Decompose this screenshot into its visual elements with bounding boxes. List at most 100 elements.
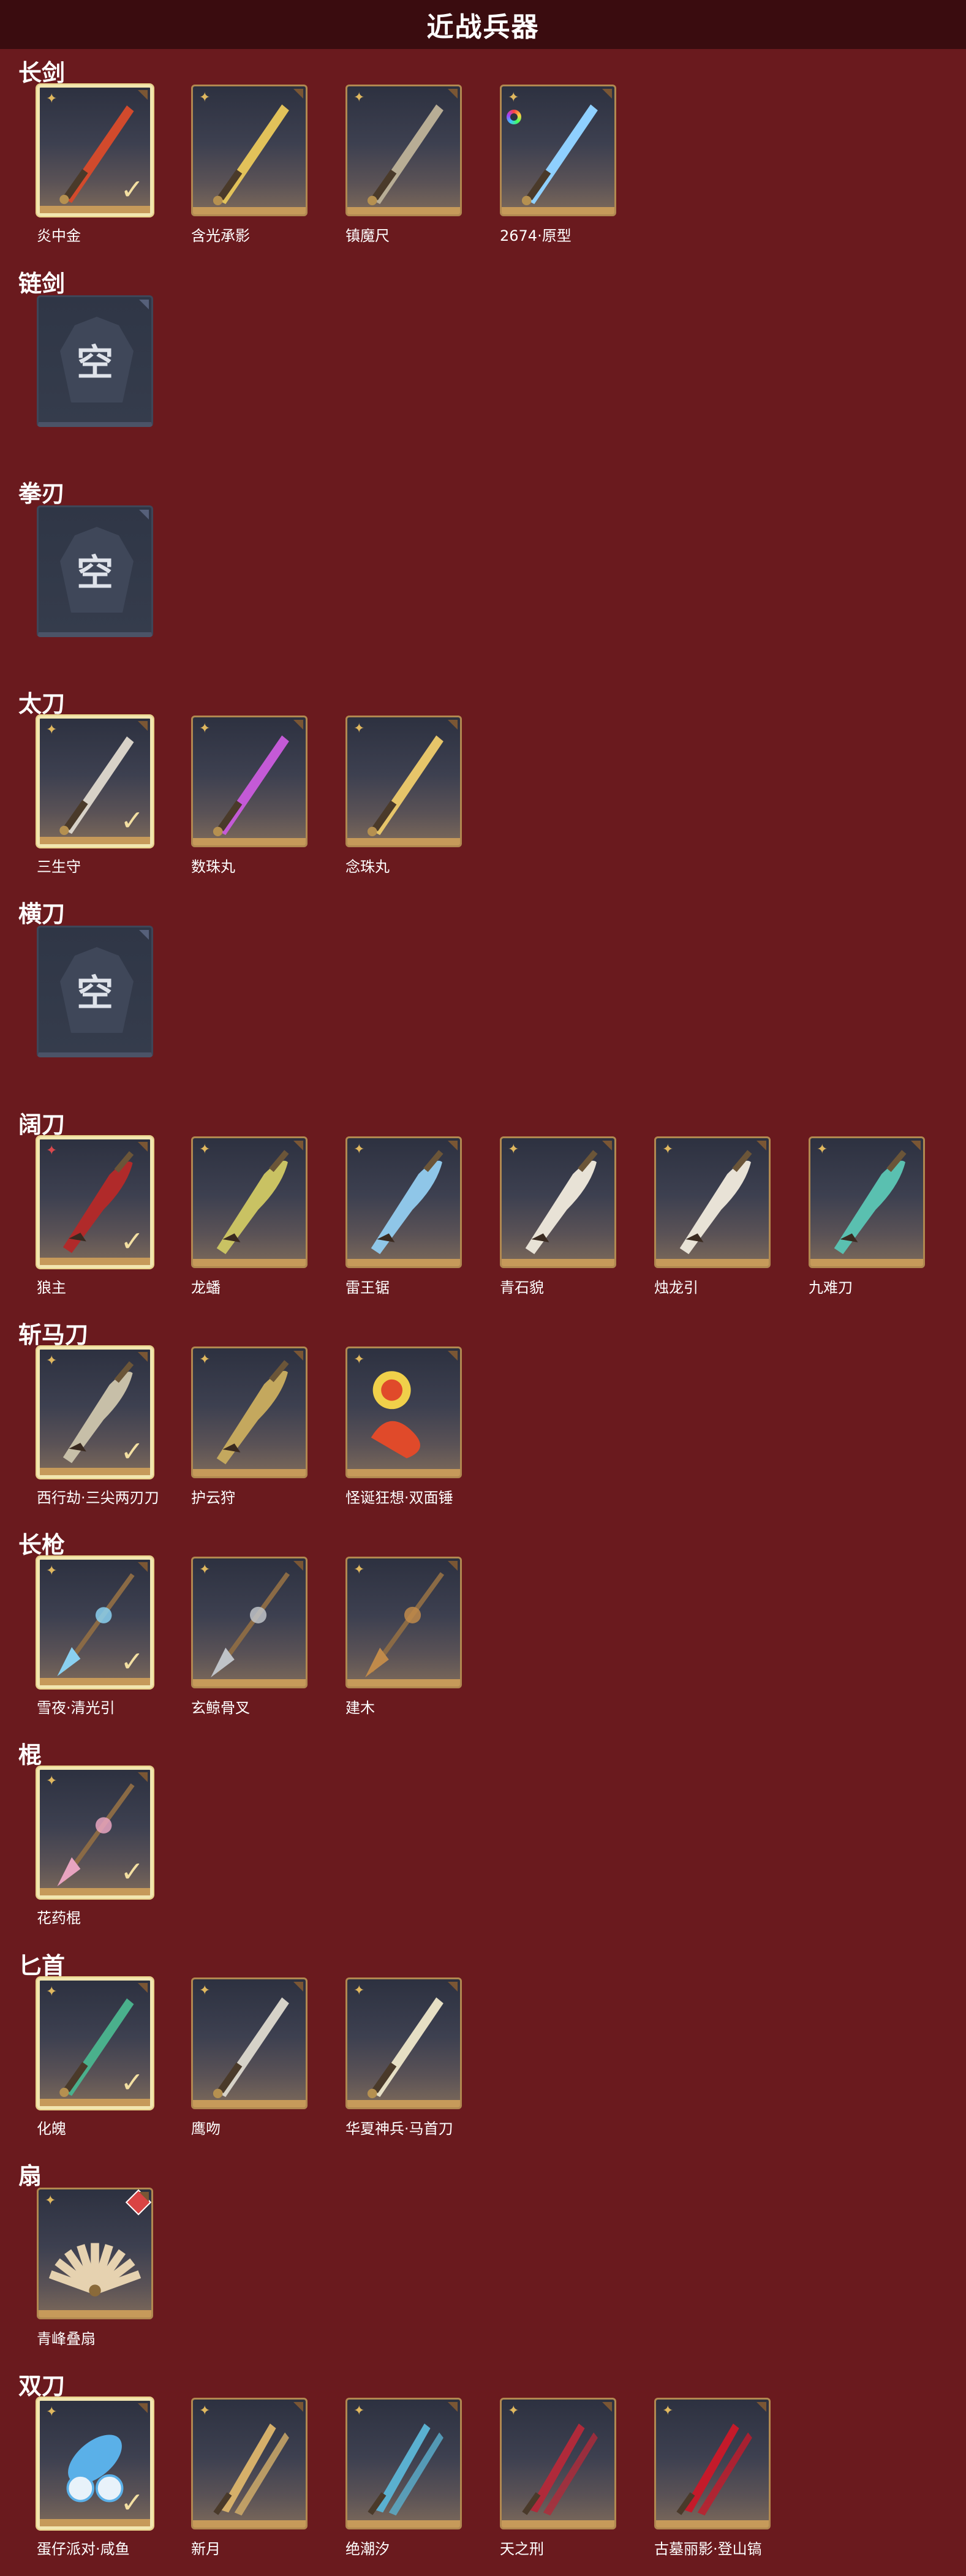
empty-weapon-slot[interactable]: 空 <box>37 926 153 1057</box>
weapon-name: 三生守 <box>37 858 81 875</box>
weapon-category-section: 扇 ✦ 青峰叠扇 <box>0 2157 966 2359</box>
rarity-star-icon: ✦ <box>46 1143 58 1158</box>
category-title: 拳刃 <box>18 480 66 507</box>
katana-icon <box>367 735 443 837</box>
category-title: 扇 <box>18 2162 42 2189</box>
weapon-card[interactable]: ✦ ✓ <box>37 85 153 216</box>
weapon-name: 狼主 <box>37 1279 66 1296</box>
rarity-star-icon: ✦ <box>353 1142 365 1157</box>
card-bottom-strip <box>347 1259 460 1266</box>
weapon-card[interactable]: ✦ <box>345 1557 462 1688</box>
card-bottom-strip <box>39 2310 151 2317</box>
sword-icon <box>367 104 443 206</box>
card-bottom-strip <box>193 207 306 214</box>
weapon-card[interactable]: ✦ <box>500 1136 616 1268</box>
weapon-card[interactable]: ✦ <box>191 1977 308 2109</box>
card-bottom-strip <box>502 2520 614 2528</box>
empty-weapon-slot[interactable]: 空 <box>37 505 153 637</box>
weapon-card[interactable]: ✦ <box>654 2398 771 2529</box>
dagger-icon <box>213 1997 289 2099</box>
weapon-card[interactable]: ✦ <box>191 1557 308 1688</box>
weapon-name: 2674·原型 <box>500 227 572 244</box>
empty-weapon-slot[interactable]: 空 <box>37 295 153 427</box>
spear-icon <box>365 1572 445 1678</box>
weapon-category-section: 链剑空 <box>0 265 966 467</box>
weapon-category-section: 棍 ✦ ✓ 花药棍 <box>0 1736 966 1938</box>
weapon-card[interactable]: ✦ <box>191 2398 308 2529</box>
weapon-card[interactable]: ✦ <box>191 716 308 847</box>
trident-icon <box>211 1572 290 1678</box>
weapon-card[interactable]: ✦ <box>654 1136 771 1268</box>
empty-slot-text: 空 <box>77 341 113 385</box>
card-bottom-strip <box>40 2099 150 2106</box>
equipped-check-icon: ✓ <box>120 2066 144 2099</box>
weapon-card[interactable]: ✦ <box>345 2398 462 2529</box>
weapon-card[interactable]: ✦ <box>809 1136 925 1268</box>
weapon-name: 龙蟠 <box>191 1279 221 1296</box>
weapon-card[interactable]: ✦ ✓ <box>37 716 153 847</box>
weapon-name: 西行劫·三尖两刃刀 <box>37 1489 159 1506</box>
weapon-card[interactable]: ✦ <box>345 1136 462 1268</box>
weapon-name: 鹰吻 <box>191 2120 221 2137</box>
weapon-card[interactable]: ✦ <box>191 85 308 216</box>
card-bottom-strip <box>347 2520 460 2528</box>
dual-blade-icon <box>676 2423 752 2516</box>
weapon-card[interactable]: ✦ <box>191 1136 308 1268</box>
weapon-card[interactable]: ✦ <box>345 716 462 847</box>
weapon-card[interactable]: ✦ ✓ <box>37 1136 153 1268</box>
glaive-icon <box>216 1360 289 1465</box>
empty-slot-icon: 空 <box>39 927 151 1052</box>
equipped-check-icon: ✓ <box>120 173 144 206</box>
broadblade-icon <box>834 1150 907 1255</box>
weapon-name: 青峰叠扇 <box>37 2330 96 2347</box>
broadblade-icon <box>371 1150 443 1255</box>
weapon-card[interactable]: ✦ ✓ <box>37 2398 153 2529</box>
weapon-card[interactable]: ✦ <box>345 1977 462 2109</box>
rarity-star-icon: ✦ <box>46 1984 58 2000</box>
weapon-card[interactable]: ✦ <box>500 85 616 216</box>
weapon-name: 花药棍 <box>37 1909 81 1927</box>
rarity-star-icon: ✦ <box>353 721 365 736</box>
card-bottom-strip <box>40 1468 150 1475</box>
weapon-card[interactable]: ✦ <box>345 1347 462 1478</box>
category-title: 太刀 <box>18 690 66 717</box>
weapon-card[interactable]: ✦ ✓ <box>37 1767 153 1898</box>
page-title: 近战兵器 <box>426 12 540 43</box>
rarity-star-icon: ✦ <box>508 90 519 105</box>
weapon-card[interactable]: ✦ <box>345 85 462 216</box>
weapon-card[interactable]: ✦ ✓ <box>37 1977 153 2109</box>
weapon-card[interactable]: ✦ <box>37 2188 153 2319</box>
weapon-category-section: 斩马刀 ✦ ✓ 西行劫·三尖两刃刀 ✦ 护云狩 ✦ 怪诞狂想·双面锤 <box>0 1316 966 1518</box>
card-bottom-strip <box>502 1259 614 1266</box>
card-bottom-strip <box>810 1259 923 1266</box>
category-title: 阔刀 <box>18 1111 66 1138</box>
weapon-name: 雷王锯 <box>345 1279 390 1296</box>
weapon-name: 古墓丽影·登山镐 <box>654 2540 762 2558</box>
card-bottom-strip <box>40 1678 150 1685</box>
rarity-star-icon: ✦ <box>662 1142 674 1157</box>
weapon-card[interactable]: ✦ ✓ <box>37 1347 153 1478</box>
weapon-name: 镇魔尺 <box>345 227 390 244</box>
card-bottom-strip <box>40 2519 150 2526</box>
rarity-star-icon: ✦ <box>199 2403 211 2419</box>
card-bottom-strip <box>193 1469 306 1476</box>
rarity-star-icon: ✦ <box>508 2403 519 2419</box>
weapon-card[interactable]: ✦ <box>500 2398 616 2529</box>
weapon-category-section: 拳刃空 <box>0 475 966 677</box>
card-bottom-strip <box>347 2100 460 2107</box>
weapon-name: 天之刑 <box>500 2540 544 2558</box>
weapon-card[interactable]: ✦ ✓ <box>37 1557 153 1688</box>
rarity-star-icon: ✦ <box>353 2403 365 2419</box>
weapon-card[interactable]: ✦ <box>191 1347 308 1478</box>
rarity-star-icon: ✦ <box>199 90 211 105</box>
weapon-name: 华夏神兵·马首刀 <box>345 2120 453 2137</box>
rarity-star-icon: ✦ <box>199 1352 211 1367</box>
card-bottom-strip <box>656 2520 769 2528</box>
weapon-category-section: 双刀 ✦ ✓ 蛋仔派对·咸鱼 ✦ 新月 ✦ 绝潮汐 ✦ 天之刑 ✦ 古墓丽影·登山镐 <box>0 2367 966 2569</box>
card-bottom-strip <box>193 838 306 845</box>
weapon-category-section: 匕首 ✦ ✓ 化魄 ✦ 鹰吻 ✦ 华夏神兵·马首刀 <box>0 1947 966 2149</box>
category-title: 匕首 <box>18 1952 66 1979</box>
equipped-check-icon: ✓ <box>120 1435 144 1468</box>
equipped-check-icon: ✓ <box>120 804 144 837</box>
card-bottom-strip <box>193 1679 306 1686</box>
